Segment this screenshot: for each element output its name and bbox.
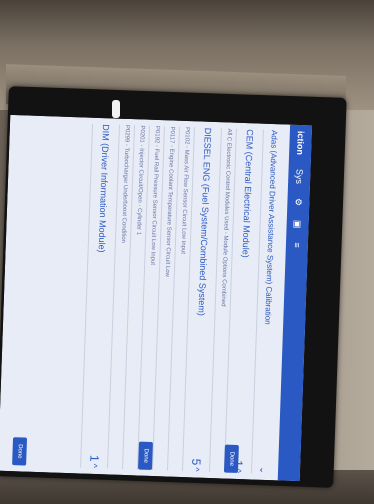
row-label: P0102 - Mass Air Flow Sensor Circuit Low… [179, 126, 190, 255]
row-label: P0192 - Fuel Rail Pressure Sensor Circui… [149, 125, 161, 266]
menu-icon[interactable]: ≡ [292, 242, 302, 248]
tab-sys[interactable]: Sys [294, 169, 305, 184]
row-label: DIESEL ENG (Fuel System/Combined System) [196, 127, 213, 317]
done-button[interactable]: Done [223, 444, 239, 474]
row-label: P0299 - Turbocharger Underboost Conditio… [119, 124, 131, 244]
row-label: P0117 - Engine Coolant Temperature Senso… [163, 126, 175, 278]
row-label: Adas (Advanced Driver Assistance System)… [263, 129, 280, 325]
row-label: CEM (Central Electrical Module) [240, 129, 255, 258]
done-button[interactable]: Done [12, 437, 28, 466]
row-label: P0201 - Injector Circuit/Open - Cylinder… [135, 125, 146, 236]
app-title: iction [295, 130, 306, 156]
module-list: Adas (Advanced Driver Assistance System)… [76, 118, 290, 481]
report-icon[interactable]: ▣ [292, 220, 303, 229]
row-label: DIM (Driver Information Module) [96, 124, 112, 253]
light-glare [112, 100, 120, 118]
settings-icon[interactable]: ⚙ [293, 198, 304, 206]
app-screen: iction Sys ⚙ ▣ ≡ Adas (Advanced Driver A… [0, 114, 313, 482]
row-label: All C Electronic Control Modules Used - … [219, 128, 232, 307]
tablet-screen: iction Sys ⚙ ▣ ≡ Adas (Advanced Driver A… [0, 114, 313, 482]
done-button[interactable]: Done [138, 441, 153, 470]
